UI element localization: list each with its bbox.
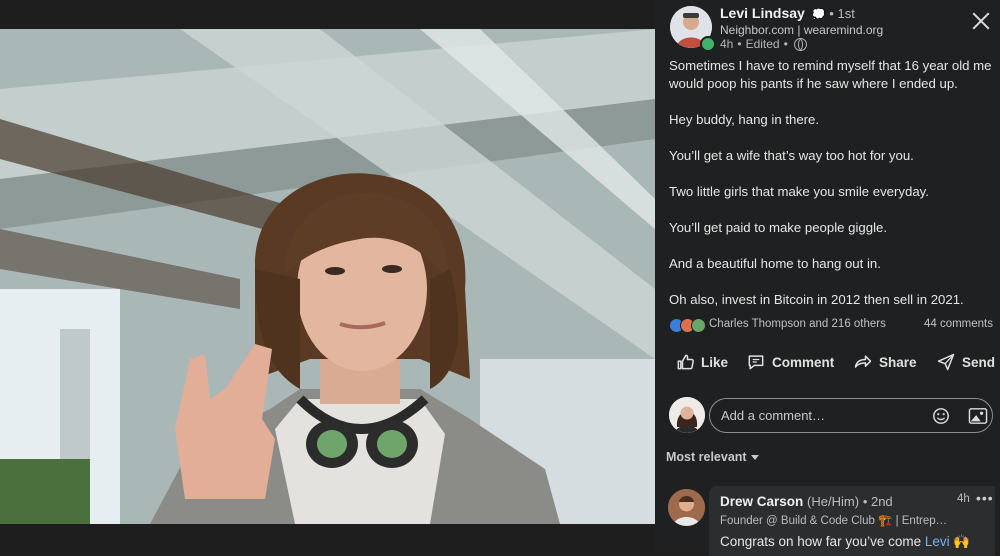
- comment-emoji: 🙌: [953, 534, 971, 549]
- current-user-avatar: [669, 397, 705, 433]
- comment-button[interactable]: Comment: [746, 352, 834, 372]
- post-paragraph: You’ll get paid to make people giggle.: [669, 220, 887, 235]
- close-button[interactable]: [970, 10, 992, 32]
- author-name[interactable]: Levi Lindsay: [720, 5, 805, 21]
- support-icon: [691, 318, 706, 333]
- like-label: Like: [701, 354, 729, 370]
- post-paragraph: Sometimes I have to remind myself that 1…: [669, 58, 992, 91]
- image-icon[interactable]: [968, 407, 988, 425]
- current-user-avatar-image: [669, 397, 705, 433]
- send-icon: [937, 353, 955, 371]
- share-button[interactable]: Share: [853, 352, 917, 372]
- post-paragraph: And a beautiful home to hang out in.: [669, 256, 881, 271]
- author-headline: Neighbor.com | wearemind.org: [720, 23, 884, 37]
- sort-label: Most relevant: [666, 450, 747, 464]
- more-options-icon[interactable]: •••: [976, 490, 994, 506]
- edited-label: Edited: [745, 37, 780, 51]
- comment-body: Congrats on how far you’ve come: [720, 534, 922, 549]
- commenter-name[interactable]: Drew Carson: [720, 494, 803, 509]
- post-paragraph: Two little girls that make you smile eve…: [669, 184, 929, 199]
- comment-item: Drew Carson (He/Him) • 2nd 4h ••• Founde…: [709, 486, 995, 556]
- comment-label: Comment: [772, 354, 835, 370]
- post-paragraph: Hey buddy, hang in there.: [669, 112, 820, 127]
- emoji-icon[interactable]: [932, 407, 950, 425]
- photo-viewer: [0, 0, 655, 553]
- comment-text: Congrats on how far you’ve come Levi 🙌: [720, 534, 970, 550]
- reactions-summary[interactable]: Charles Thompson and 216 others: [709, 318, 886, 330]
- commenter-degree: • 2nd: [862, 494, 893, 509]
- comment-icon: [748, 355, 764, 370]
- comment-input[interactable]: [719, 407, 923, 424]
- comments-count[interactable]: 44 comments: [924, 318, 993, 330]
- share-label: Share: [879, 354, 917, 370]
- meta-separator: •: [737, 37, 742, 51]
- commenter-avatar[interactable]: [668, 489, 705, 526]
- social-counts: Charles Thompson and 216 others 44 comme…: [669, 317, 997, 333]
- commenter-avatar-image: [668, 489, 705, 526]
- post-paragraph: Oh also, invest in Bitcoin in 2012 then …: [669, 292, 964, 307]
- connection-degree: • 1st: [829, 6, 855, 21]
- reaction-icons[interactable]: [669, 318, 706, 333]
- commenter-headline: Founder @ Build & Code Club 🏗️ | Entrep…: [720, 515, 948, 527]
- post-meta: 4h • Edited •: [720, 37, 807, 51]
- send-button[interactable]: Send: [936, 352, 995, 372]
- commenter-name-line[interactable]: Drew Carson (He/Him) • 2nd: [720, 494, 893, 509]
- caret-down-icon: [750, 455, 759, 461]
- globe-icon: [793, 37, 807, 51]
- post-time: 4h: [720, 37, 734, 51]
- photo-illustration: [0, 29, 655, 524]
- post-text: Sometimes I have to remind myself that 1…: [669, 57, 994, 327]
- comment-time: 4h: [957, 493, 970, 505]
- mention-link[interactable]: Levi: [925, 534, 950, 549]
- post-paragraph: You’ll get a wife that’s way too hot for…: [669, 148, 914, 163]
- post-actions: Like Comment Share Send: [668, 352, 998, 378]
- thumbs-up-icon: [677, 354, 694, 370]
- comment-input-box[interactable]: [709, 398, 993, 433]
- like-button[interactable]: Like: [675, 352, 728, 372]
- share-icon: [854, 355, 872, 368]
- post-photo[interactable]: [0, 29, 655, 524]
- author-name-line[interactable]: Levi Lindsay 💭 • 1st: [720, 5, 855, 21]
- speech-bubble-icon: 💭: [811, 9, 826, 21]
- sort-dropdown[interactable]: Most relevant: [666, 450, 759, 464]
- meta-separator: •: [783, 37, 788, 51]
- send-label: Send: [962, 354, 996, 370]
- online-status-dot: [700, 36, 716, 52]
- commenter-pronouns: (He/Him): [807, 494, 860, 509]
